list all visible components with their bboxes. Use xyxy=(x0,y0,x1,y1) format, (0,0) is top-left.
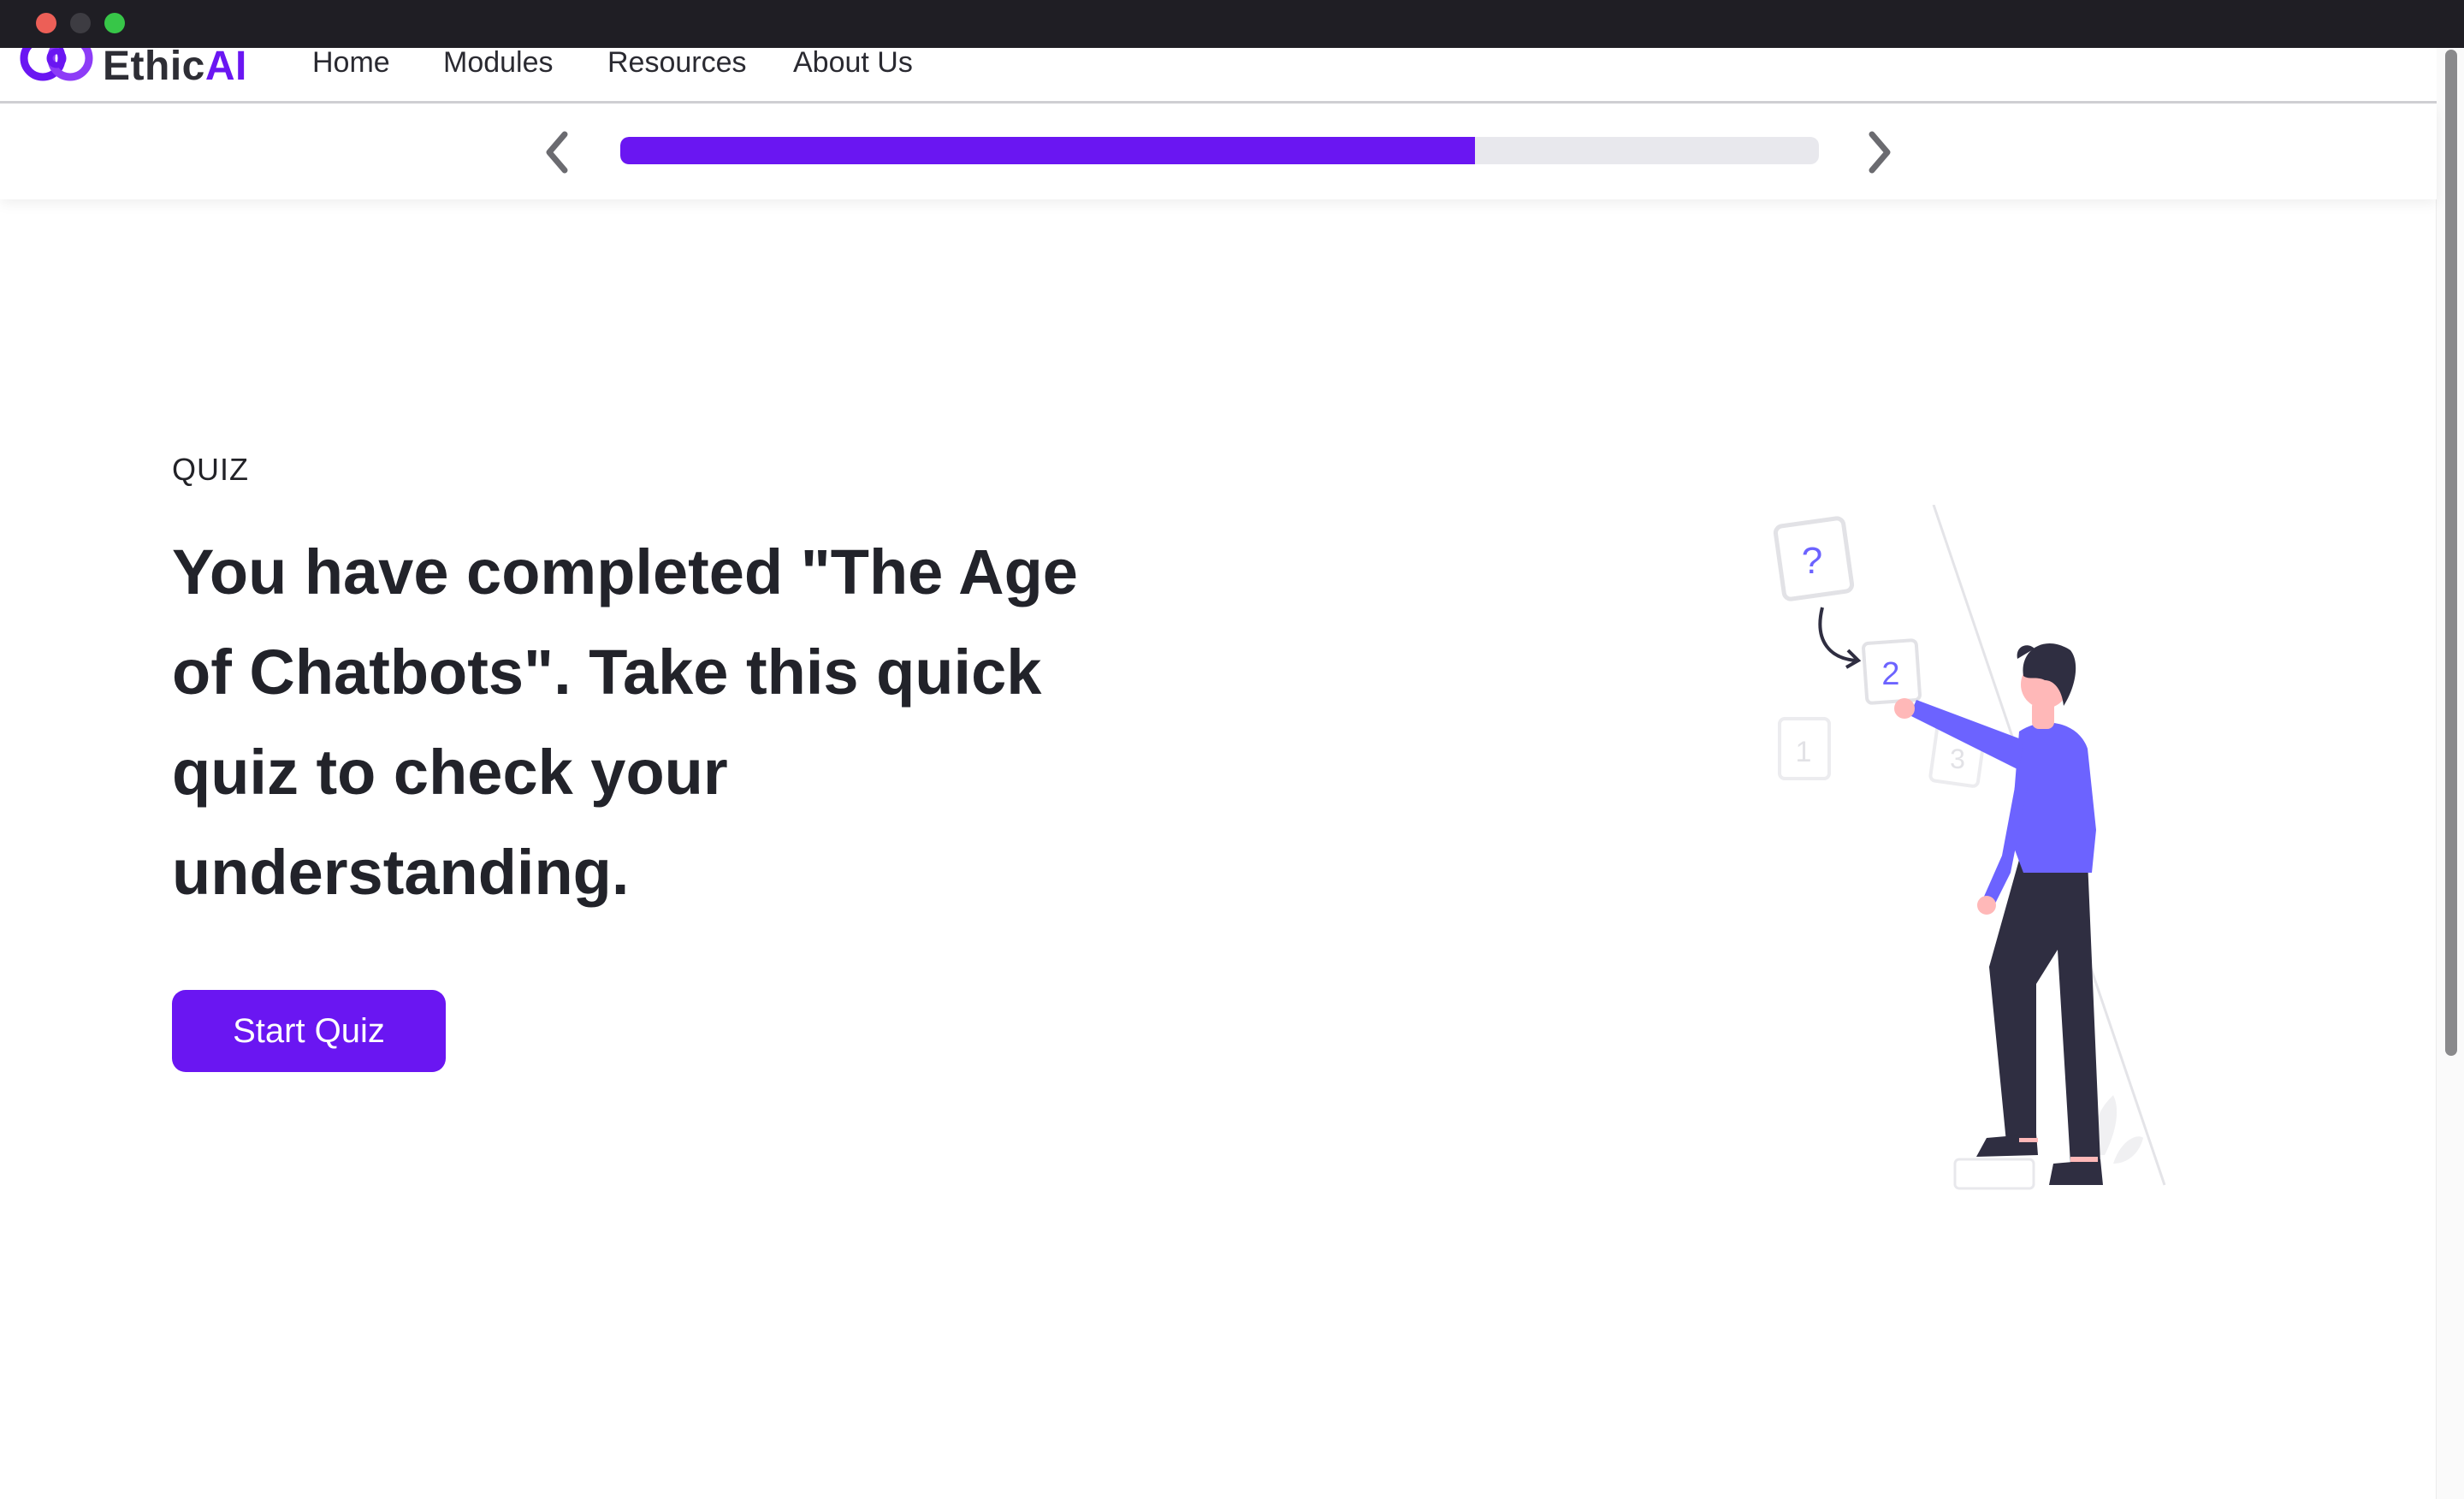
page-headline: You have completed "The Age of Chatbots"… xyxy=(172,536,1078,908)
ethicai-logo-icon xyxy=(20,48,93,81)
window-maximize-button[interactable] xyxy=(104,13,125,33)
chevron-left-icon[interactable] xyxy=(537,127,578,177)
svg-text:?: ? xyxy=(1802,540,1822,582)
nav-link-resources[interactable]: Resources xyxy=(607,48,747,80)
module-progress-header xyxy=(0,104,2437,199)
logo-text: EthicAI xyxy=(103,48,247,89)
scrollbar[interactable] xyxy=(2436,48,2464,1499)
window-minimize-button[interactable] xyxy=(70,13,91,33)
number-card-icon: 2 xyxy=(1862,638,1922,705)
question-card-icon: ? xyxy=(1773,516,1855,601)
section-eyebrow: QUIZ xyxy=(172,452,249,487)
site-navbar: EthicAI Home Modules Resources About Us xyxy=(0,48,2437,104)
window-close-button[interactable] xyxy=(36,13,56,33)
scrollbar-thumb[interactable] xyxy=(2445,50,2457,1056)
nav-link-home[interactable]: Home xyxy=(312,48,390,80)
svg-text:3: 3 xyxy=(1950,744,1965,774)
chevron-right-icon[interactable] xyxy=(1858,127,1899,177)
progress-bar-fill xyxy=(620,137,1475,164)
svg-text:1: 1 xyxy=(1796,736,1812,768)
window-titlebar xyxy=(0,0,2464,48)
progress-bar xyxy=(620,137,1819,164)
person-with-question-cards-illustration: ? 2 1 3 xyxy=(1773,505,2166,1190)
start-quiz-button[interactable]: Start Quiz xyxy=(172,990,446,1072)
nav-link-modules[interactable]: Modules xyxy=(443,48,554,80)
svg-text:2: 2 xyxy=(1881,656,1899,692)
nav-link-about-us[interactable]: About Us xyxy=(793,48,913,80)
